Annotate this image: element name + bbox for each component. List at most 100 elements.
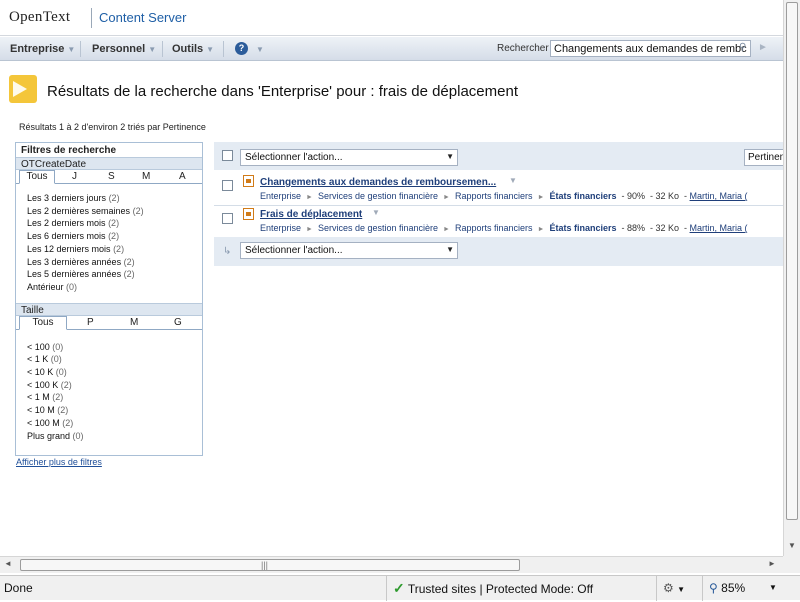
filter-option-label: Les 3 derniers jours bbox=[27, 193, 107, 203]
owner-link[interactable]: Martin, Maria ( bbox=[690, 191, 748, 201]
path-arrow-icon: ► bbox=[537, 226, 545, 233]
path-segment[interactable]: Rapports financiers bbox=[455, 223, 533, 233]
tab-size-g[interactable]: G bbox=[174, 317, 182, 328]
size-filter-title: Taille bbox=[16, 302, 202, 316]
path-segment[interactable]: Services de gestion financière bbox=[318, 191, 438, 201]
menu-outils[interactable]: Outils ▼ bbox=[172, 43, 214, 55]
vertical-scrollbar[interactable]: ▲ ▼ bbox=[783, 0, 800, 556]
tab-date-a[interactable]: A bbox=[179, 171, 186, 182]
owner-link[interactable]: Martin, Maria ( bbox=[690, 223, 748, 233]
filter-option[interactable]: Les 3 derniers jours (2) bbox=[27, 192, 202, 205]
tab-date-m[interactable]: M bbox=[142, 171, 150, 182]
chevron-down-icon[interactable]: ▼ bbox=[256, 45, 264, 54]
sort-select[interactable]: Pertinence bbox=[744, 149, 783, 166]
filter-option[interactable]: Les 12 derniers mois (2) bbox=[27, 243, 202, 256]
date-filter-title: OTCreateDate bbox=[16, 157, 202, 170]
protected-mode-toggle[interactable]: ⚙ ▼ bbox=[656, 576, 702, 601]
action-select-top[interactable]: Sélectionner l'action... ▼ bbox=[240, 149, 458, 166]
filter-option[interactable]: Les 2 derniers mois (2) bbox=[27, 217, 202, 230]
result-title-link[interactable]: Frais de déplacement bbox=[260, 209, 362, 220]
menu-personnel[interactable]: Personnel ▼ bbox=[92, 43, 156, 55]
chevron-down-icon[interactable]: ▼ bbox=[509, 176, 517, 185]
zoom-level: 85% bbox=[721, 581, 746, 595]
filter-option[interactable]: < 100 K (2) bbox=[27, 379, 202, 392]
chevron-down-icon[interactable]: ▼ bbox=[372, 208, 380, 217]
tab-date-tous[interactable]: Tous bbox=[19, 170, 55, 184]
chevron-down-icon: ▼ bbox=[148, 45, 157, 54]
filter-option-label: < 100 K bbox=[27, 379, 59, 390]
scroll-down-icon[interactable]: ▼ bbox=[787, 541, 797, 550]
filter-option-count: (2) bbox=[108, 231, 120, 242]
scroll-right-icon[interactable]: ► bbox=[768, 559, 776, 568]
filter-option[interactable]: Plus grand (0) bbox=[27, 430, 202, 443]
filter-option-count: (0) bbox=[72, 430, 84, 441]
filter-option-label: Les 2 derniers mois bbox=[27, 218, 106, 229]
filter-option-label: Les 5 dernières années bbox=[27, 269, 122, 280]
search-input[interactable] bbox=[550, 40, 751, 57]
filter-option[interactable]: Les 5 dernières années (2) bbox=[27, 268, 202, 281]
path-arrow-icon: ► bbox=[537, 194, 545, 201]
scroll-left-icon[interactable]: ◄ bbox=[4, 559, 12, 568]
filter-option[interactable]: < 1 M (2) bbox=[27, 391, 202, 404]
security-zone[interactable]: ✓ Trusted sites | Protected Mode: Off bbox=[386, 576, 656, 601]
filter-option[interactable]: Les 6 derniers mois (2) bbox=[27, 230, 202, 243]
path-segment[interactable]: Services de gestion financière bbox=[318, 223, 438, 233]
menu-entreprise[interactable]: Entreprise ▼ bbox=[10, 43, 75, 55]
app-header: OpenText Content Server bbox=[0, 0, 783, 36]
browser-viewport: OpenText Content Server Entreprise ▼ Pers… bbox=[0, 0, 783, 556]
filter-option[interactable]: < 100 M (2) bbox=[27, 417, 202, 430]
globe-icon: ⚙ bbox=[663, 581, 674, 595]
path-segment[interactable]: Enterprise bbox=[260, 191, 301, 201]
zoom-control[interactable]: ⚲ 85% ▼ bbox=[702, 576, 800, 601]
filter-option-count: (2) bbox=[57, 405, 69, 416]
results-toolbar: Sélectionner l'action... ▼ Pertinence bbox=[214, 142, 783, 169]
action-select-value: Sélectionner l'action... bbox=[245, 245, 343, 256]
search-options-icon[interactable]: ⚲ bbox=[739, 42, 746, 53]
chevron-down-icon: ▼ bbox=[67, 45, 76, 54]
tab-size-tous[interactable]: Tous bbox=[19, 315, 67, 330]
security-zone-label: Trusted sites | Protected Mode: Off bbox=[407, 582, 594, 596]
scroll-thumb[interactable] bbox=[786, 2, 798, 520]
filter-option-label: Les 12 derniers mois bbox=[27, 243, 111, 254]
page-title: Résultats de la recherche dans 'Enterpri… bbox=[47, 83, 518, 100]
results-list: Changements aux demandes de remboursemen… bbox=[214, 170, 783, 237]
filter-option[interactable]: < 1 K (0) bbox=[27, 353, 202, 366]
document-icon bbox=[243, 208, 254, 220]
result-count: Résultats 1 à 2 d'environ 2 triés par Pe… bbox=[19, 122, 206, 132]
row-checkbox[interactable] bbox=[222, 180, 233, 191]
path-segment[interactable]: Rapports financiers bbox=[455, 191, 533, 201]
path-arrow-icon: ► bbox=[443, 226, 450, 233]
filter-option[interactable]: < 100 (0) bbox=[27, 341, 202, 354]
path-location[interactable]: États financiers bbox=[549, 223, 616, 233]
horizontal-scrollbar[interactable]: ◄ ||| ► bbox=[0, 556, 783, 573]
scroll-thumb[interactable]: ||| bbox=[20, 559, 520, 571]
action-select-bottom[interactable]: Sélectionner l'action... ▼ bbox=[240, 242, 458, 259]
dropdown-arrow-icon: ▼ bbox=[446, 245, 454, 254]
filter-option-count: (2) bbox=[62, 417, 74, 428]
filter-option-count: (0) bbox=[50, 354, 62, 365]
more-filters-link[interactable]: Afficher plus de filtres bbox=[16, 457, 102, 467]
filter-option[interactable]: Les 2 dernières semaines (2) bbox=[27, 205, 202, 218]
tab-size-p[interactable]: P bbox=[87, 317, 94, 328]
filter-option[interactable]: Antérieur (0) bbox=[27, 281, 202, 294]
menu-personnel-label: Personnel bbox=[92, 43, 146, 55]
file-size: 32 Ko bbox=[655, 191, 680, 201]
filter-option[interactable]: Les 3 dernières années (2) bbox=[27, 256, 202, 269]
path-location[interactable]: États financiers bbox=[549, 191, 616, 201]
filter-option-label: < 10 M bbox=[27, 405, 55, 416]
help-icon[interactable]: ? bbox=[235, 42, 248, 55]
tab-size-m[interactable]: M bbox=[130, 317, 138, 328]
scrollbar-corner bbox=[783, 556, 800, 573]
filter-option-count: (2) bbox=[60, 379, 72, 390]
result-row: Changements aux demandes de remboursemen… bbox=[214, 173, 783, 206]
select-all-checkbox[interactable] bbox=[222, 150, 233, 161]
filter-option[interactable]: < 10 M (2) bbox=[27, 404, 202, 417]
date-filter-tabs: Tous J S M A bbox=[16, 170, 202, 184]
tab-date-s[interactable]: S bbox=[108, 171, 115, 182]
row-checkbox[interactable] bbox=[222, 213, 233, 224]
path-segment[interactable]: Enterprise bbox=[260, 223, 301, 233]
tab-date-j[interactable]: J bbox=[72, 171, 77, 182]
filter-option[interactable]: < 10 K (0) bbox=[27, 366, 202, 379]
result-title-link[interactable]: Changements aux demandes de remboursemen… bbox=[260, 177, 496, 188]
search-go-icon[interactable]: ► bbox=[758, 42, 768, 53]
